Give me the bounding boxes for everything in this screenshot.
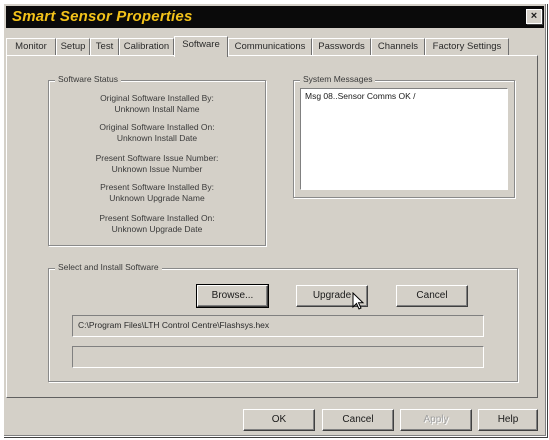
tab-test[interactable]: Test [90,38,119,55]
tab-software[interactable]: Software [174,36,228,57]
cancel-button[interactable]: Cancel [322,409,394,431]
tab-communications[interactable]: Communications [228,38,312,55]
status-issue-number-value: Unknown Issue Number [111,164,203,174]
window-title: Smart Sensor Properties [12,8,193,25]
ok-button[interactable]: OK [243,409,315,431]
status-present-installed-on-label: Present Software Installed On: [99,213,215,223]
upgrade-progress-bar [72,346,484,368]
status-original-installed-on-label: Original Software Installed On: [99,122,215,132]
system-messages-list[interactable]: Msg 08..Sensor Comms OK / [300,88,508,190]
tab-channels[interactable]: Channels [371,38,425,55]
mouse-pointer-icon [352,292,365,310]
tab-setup[interactable]: Setup [56,38,90,55]
tab-passwords[interactable]: Passwords [312,38,371,55]
browse-button[interactable]: Browse... [196,284,269,308]
close-icon[interactable]: × [526,9,542,24]
status-present-installed-on-value: Unknown Upgrade Date [111,224,203,234]
system-messages-label: System Messages [300,74,376,84]
status-original-installed-on-value: Unknown Install Date [116,133,198,143]
tab-monitor[interactable]: Monitor [6,38,56,55]
cancel-upgrade-button[interactable]: Cancel [396,285,468,307]
system-message-line: Msg 08..Sensor Comms OK / [305,91,416,101]
help-button[interactable]: Help [478,409,538,431]
status-present-installed-by-value: Unknown Upgrade Name [109,193,205,203]
software-status-label: Software Status [55,74,122,84]
select-install-label: Select and Install Software [55,262,162,272]
title-bar[interactable]: Smart Sensor Properties × [6,6,544,28]
status-original-installed-by-label: Original Software Installed By: [100,93,214,103]
status-present-installed-by-label: Present Software Installed By: [100,182,214,192]
software-path-field[interactable]: C:\Program Files\LTH Control Centre\Flas… [72,315,484,337]
apply-button[interactable]: Apply [400,409,472,431]
tab-calibration[interactable]: Calibration [119,38,174,55]
tab-factory-settings[interactable]: Factory Settings [425,38,509,55]
status-issue-number-label: Present Software Issue Number: [95,153,219,163]
status-original-installed-by-value: Unknown Install Name [114,104,200,114]
tab-strip: Monitor Setup Test Calibration Software … [6,36,538,57]
